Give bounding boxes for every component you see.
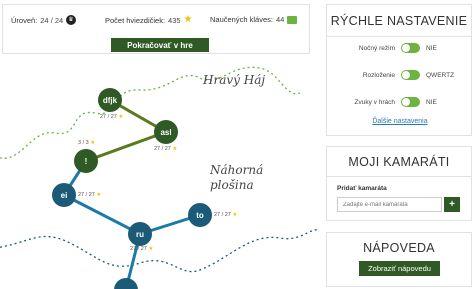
sounds-toggle[interactable]: [401, 97, 420, 107]
region-label-hravy-haj: Hravý Háj: [203, 73, 266, 87]
friends-divider: [327, 176, 471, 177]
level-node-asl[interactable]: asl: [154, 120, 178, 144]
friends-panel: MOJI KAMARÁTI Pridať kamaráta +: [326, 146, 472, 221]
friend-email-input[interactable]: [337, 197, 442, 212]
night-mode-label: Nočný režim: [358, 45, 395, 52]
level-stat: Úroveň: 24 / 24: [11, 15, 77, 25]
setting-row-layout: Rozloženie QWERTZ: [327, 70, 473, 82]
layout-toggle[interactable]: [401, 70, 420, 80]
stars-stat: Počet hviezdičiek: 435 ★: [105, 15, 193, 25]
continue-game-button[interactable]: Pokračovať v hre: [111, 38, 209, 52]
quick-settings-divider: [327, 36, 471, 37]
layout-label: Rozloženie: [362, 72, 395, 79]
level-node-dfjk-score: 27 / 27 ★: [100, 114, 124, 120]
level-node-exclaim[interactable]: !: [74, 149, 98, 173]
level-node-to[interactable]: to: [188, 203, 212, 227]
level-node-dfjk[interactable]: dfjk: [98, 88, 122, 112]
help-panel: NÁPOVEDA Zobraziť nápovedu: [326, 232, 472, 287]
region-label-plosina: plošina: [210, 178, 254, 192]
level-label: Úroveň:: [11, 15, 38, 25]
level-value: 24 / 24: [40, 15, 64, 25]
level-node-ei[interactable]: ei: [52, 183, 76, 207]
level-node-asl-score: 27 / 27 ★: [154, 146, 178, 152]
keys-value: 44: [275, 15, 285, 24]
stars-value: 435: [168, 15, 181, 25]
quick-settings-title: RÝCHLE NASTAVENIE: [330, 14, 468, 28]
night-mode-state: NIE: [426, 45, 437, 52]
layout-state: QWERTZ: [426, 72, 455, 79]
crown-icon: [66, 15, 77, 25]
star-icon: ★: [183, 14, 193, 25]
blue-dashed-border: [0, 229, 318, 273]
setting-row-sounds: Zvuky v hrách NIE: [327, 97, 473, 109]
stars-label: Počet hviezdičiek:: [105, 15, 166, 25]
quick-settings-panel: RÝCHLE NASTAVENIE Nočný režim NIE Rozlož…: [326, 4, 472, 136]
friends-title: MOJI KAMARÁTI: [348, 155, 450, 169]
sounds-label: Zvuky v hrách: [354, 99, 395, 106]
level-node-ru[interactable]: ru: [128, 222, 152, 246]
add-friend-label: Pridať kamaráta: [337, 185, 387, 192]
keyboard-icon: [287, 15, 298, 24]
level-node-ei-score: 27 / 27 ★: [78, 192, 102, 198]
night-mode-toggle[interactable]: [401, 43, 420, 53]
region-label-nahorna: Náhorná: [210, 163, 264, 177]
sounds-state: NIE: [426, 99, 437, 106]
level-node-to-score: 27 / 27 ★: [214, 212, 238, 218]
level-node-ru-score: 27 / 27 ★: [130, 246, 154, 252]
more-settings-link[interactable]: Ďalšie nastavenia: [327, 118, 473, 125]
status-bar: Úroveň: 24 / 24 Počet hviezdičiek: 435 ★…: [2, 4, 310, 54]
game-map: Hravý Háj Náhorná plošina dfjk 27 / 27 ★…: [0, 58, 318, 289]
map-paths: [0, 66, 318, 289]
add-friend-button[interactable]: +: [444, 197, 460, 212]
help-title: NÁPOVEDA: [363, 241, 435, 255]
setting-row-night-mode: Nočný režim NIE: [327, 43, 473, 55]
level-node-exclaim-score: 3 / 3 ★: [78, 140, 96, 146]
keys-stat: Naučených kláves: 44: [210, 15, 298, 24]
keys-label: Naučených kláves:: [210, 15, 273, 24]
show-help-button[interactable]: Zobraziť nápovedu: [359, 261, 440, 276]
